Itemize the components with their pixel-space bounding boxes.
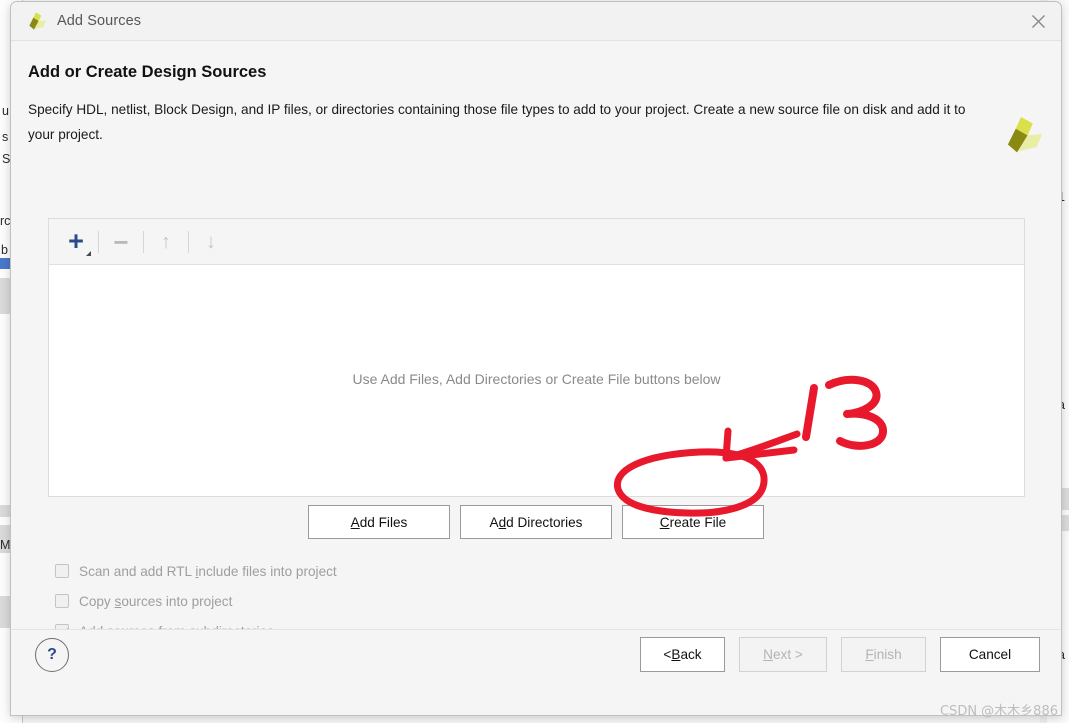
toolbar-separator (143, 230, 144, 253)
copy-sources-checkbox-box (55, 594, 69, 608)
close-icon[interactable] (1015, 2, 1061, 40)
background-text-fragment: u (2, 104, 9, 118)
next-button: Next > (739, 637, 827, 672)
add-directories-button[interactable]: Add Directories (460, 505, 612, 539)
dialog-body: Add or Create Design Sources Specify HDL… (11, 41, 1061, 639)
move-up-icon: ↑ (149, 225, 183, 259)
move-up-icon-glyph: ↑ (161, 230, 171, 253)
toolbar-separator (98, 230, 99, 253)
source-list-toolbar: + − ↑ ↓ (49, 219, 1024, 265)
dialog-titlebar[interactable]: Add Sources (11, 2, 1061, 41)
page-description: Specify HDL, netlist, Block Design, and … (28, 102, 966, 142)
scan-rtl-include-checkbox-label: Scan and add RTL include files into proj… (79, 563, 337, 579)
remove-icon-glyph: − (113, 226, 129, 257)
move-down-icon: ↓ (194, 225, 228, 259)
back-button[interactable]: < Back (640, 637, 725, 672)
background-text-fragment: rc (0, 214, 11, 228)
dialog-title: Add Sources (57, 13, 142, 29)
copy-sources-checkbox: Copy sources into project (55, 586, 337, 616)
create-file-button[interactable]: Create File (622, 505, 764, 539)
finish-button: Finish (841, 637, 926, 672)
move-down-icon-glyph: ↓ (206, 230, 216, 253)
wizard-navigation-buttons: < Back Next > Finish Cancel (640, 637, 1040, 672)
xilinx-pinwheel-icon (25, 11, 47, 31)
toolbar-separator (188, 230, 189, 253)
csdn-watermark: CSDN @木木乡886 (939, 704, 1058, 719)
page-title: Add or Create Design Sources (28, 63, 267, 81)
background-text-fragment: s (2, 130, 9, 144)
scan-rtl-include-checkbox-box (55, 564, 69, 578)
source-action-buttons: Add Files Ad d Directories Create File (11, 505, 1061, 539)
chevron-down-icon[interactable] (86, 250, 91, 256)
help-button[interactable]: ? (35, 638, 69, 672)
add-icon[interactable]: + (59, 225, 93, 259)
background-text-fragment: M (0, 538, 11, 552)
dialog-footer: ? < Back Next > Finish Cancel (11, 629, 1061, 715)
add-files-button[interactable]: Add Files (308, 505, 450, 539)
copy-sources-checkbox-label: Copy sources into project (79, 593, 233, 609)
cancel-button[interactable]: Cancel (940, 637, 1040, 672)
remove-icon: − (104, 225, 138, 259)
scan-rtl-include-checkbox: Scan and add RTL include files into proj… (55, 556, 337, 586)
background-text-fragment: b (1, 243, 8, 257)
source-list-panel: + − ↑ ↓ Use Add Files, Add Directories or C… (48, 218, 1025, 497)
xilinx-pinwheel-icon (1000, 113, 1042, 155)
empty-list-message: Use Add Files, Add Directories or Create… (352, 371, 721, 387)
add-sources-dialog: Add Sources Add or Create Design Sources… (10, 1, 1062, 716)
add-icon-glyph: + (68, 226, 84, 256)
